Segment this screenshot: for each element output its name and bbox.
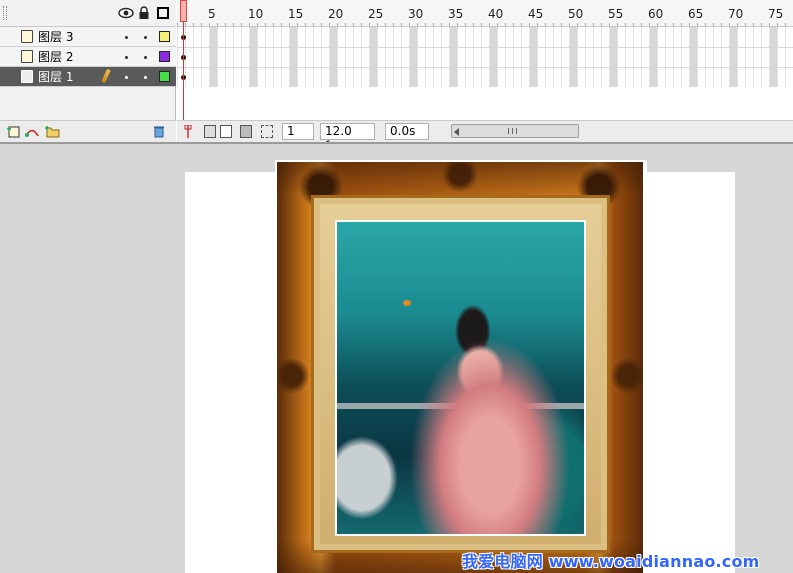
frame-rate-field[interactable]: 12.0 fps [320,123,375,153]
frame-ruler[interactable]: 151015202530354045505560657075 [177,0,793,27]
frame-tick-label: 45 [528,7,544,21]
scroll-left-arrow-icon[interactable] [454,128,459,136]
add-motion-guide-icon[interactable] [24,125,40,138]
onion-skin-icon[interactable] [204,125,216,138]
edit-multiple-frames-icon[interactable] [240,125,252,138]
layer-row-2[interactable]: 图层 2 [0,47,176,67]
layer-color-swatch[interactable] [159,71,170,82]
pencil-icon [101,68,111,84]
lock-dot[interactable] [144,56,147,59]
frame-tick-label: 55 [608,7,624,21]
butterfly [403,300,411,306]
frame-row-divider [177,47,793,48]
layer-name[interactable]: 图层 2 [38,50,73,64]
lock-icon[interactable] [138,6,150,20]
add-folder-icon[interactable] [44,125,60,138]
frame-tick-label: 5 [208,7,216,21]
frame-tick-label: 60 [648,7,664,21]
visibility-dot[interactable] [125,56,128,59]
add-layer-icon[interactable] [6,125,20,138]
frame-row-divider [177,67,793,68]
layer-color-swatch[interactable] [159,31,170,42]
timeline-panel: 图层 3 图层 2 图层 1 5 10 15 20 25 30 35 40 45… [0,0,793,153]
layer-row-1[interactable]: 图层 1 [0,67,176,87]
frame-tick-label: 35 [448,7,464,21]
layer-page-icon [21,70,33,83]
frame-tick-label: 20 [328,7,344,21]
layer-list: 图层 3 图层 2 图层 1 [0,0,176,142]
modify-onion-markers-icon[interactable] [261,125,273,138]
current-frame-field[interactable]: 1 [282,123,314,140]
frame-tick-label: 50 [568,7,584,21]
layer-row-3[interactable]: 图层 3 [0,27,176,47]
portrait-photo[interactable] [335,220,586,536]
layer-color-swatch[interactable] [159,51,170,62]
timeline-status-bar: 1 12.0 fps 0.0s [177,120,793,153]
frames-area[interactable]: 151015202530354045505560657075 [177,0,793,142]
center-frame-icon[interactable] [182,125,194,138]
frame-tick-label: 10 [248,7,264,21]
timeline-horizontal-scrollbar[interactable] [451,124,579,138]
frame-tick-label: 65 [688,7,704,21]
layer-header [0,0,176,27]
layer-footer [0,120,176,142]
layer-name[interactable]: 图层 1 [38,70,73,84]
frame-tick-label: 15 [288,7,304,21]
layer-page-icon [21,50,33,63]
frame-grid[interactable] [177,27,793,87]
frame-tick-label: 75 [768,7,784,21]
frame-tick-label: 30 [408,7,424,21]
eye-icon[interactable] [118,6,134,20]
trash-icon[interactable] [153,125,165,138]
panel-grip-icon[interactable] [3,6,7,20]
lock-dot[interactable] [144,36,147,39]
layer-page-icon [21,30,33,43]
frame-tick-label: 70 [728,7,744,21]
frame-tick-label: 40 [488,7,504,21]
scroll-grip-icon[interactable] [508,128,517,134]
layer-name[interactable]: 图层 3 [38,30,73,44]
frame-tick-label: 25 [368,7,384,21]
lock-dot[interactable] [144,76,147,79]
onion-outline-icon[interactable] [220,125,232,138]
outline-icon[interactable] [157,7,169,19]
visibility-dot[interactable] [125,36,128,39]
flash-editor: 图层 3 图层 2 图层 1 5 10 15 20 25 30 35 40 45… [0,0,793,573]
visibility-dot[interactable] [125,76,128,79]
playhead[interactable] [180,0,187,22]
elapsed-time-field: 0.0s [385,123,429,140]
watermark-text: 我爱电脑网 www.woaidiannao.com [462,552,760,571]
